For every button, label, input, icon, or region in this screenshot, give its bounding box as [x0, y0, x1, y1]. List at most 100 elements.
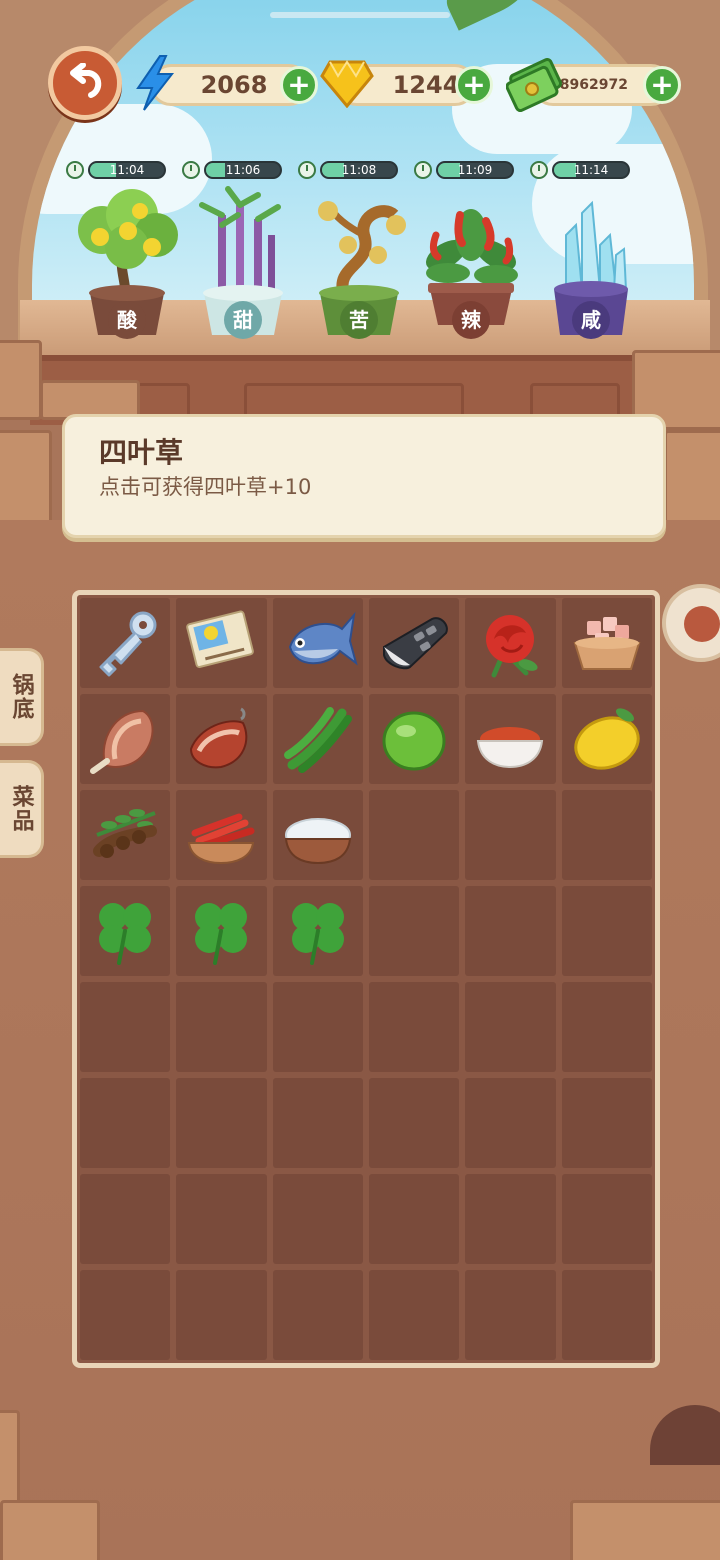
timer-value: 11:04: [109, 163, 145, 177]
plant-sweet-sugarcane[interactable]: 甜: [188, 185, 298, 345]
inventory-slot-empty[interactable]: [272, 1174, 363, 1264]
add-cash-button[interactable]: +: [643, 66, 681, 104]
gem-icon: [320, 60, 374, 108]
tab-pot-base[interactable]: 锅底: [0, 648, 44, 746]
inventory-slot[interactable]: [369, 694, 460, 784]
inventory-slot[interactable]: [80, 790, 171, 880]
tamarind-icon: [93, 809, 158, 858]
cash-icon: [506, 58, 563, 112]
salty-label: 咸: [572, 301, 610, 339]
timer-value: 11:09: [457, 163, 493, 177]
bitter-label: 苦: [340, 301, 378, 339]
inventory-slot-empty[interactable]: [272, 1078, 363, 1168]
item-tooltip: 四叶草 点击可获得四叶草+10: [62, 414, 666, 538]
inventory-slot-empty[interactable]: [369, 1174, 460, 1264]
inventory-slot-empty[interactable]: [465, 790, 556, 880]
card-icon: [186, 610, 255, 668]
clock-icon: [530, 161, 548, 179]
inventory-slot-empty[interactable]: [561, 1078, 652, 1168]
plant-spicy-chili[interactable]: 辣: [416, 185, 526, 345]
rose-icon: [486, 615, 539, 678]
add-gem-button[interactable]: +: [455, 66, 493, 104]
meat-icon: [90, 709, 154, 774]
drag-handle[interactable]: [270, 12, 450, 18]
inventory-slot[interactable]: [80, 598, 171, 688]
inventory-slot-empty[interactable]: [561, 1270, 652, 1360]
inventory-slot-empty[interactable]: [272, 1270, 363, 1360]
tooltip-title: 四叶草: [99, 436, 184, 469]
inventory-slot-empty[interactable]: [369, 1270, 460, 1360]
inventory-slot[interactable]: [465, 598, 556, 688]
clock-icon: [66, 161, 84, 179]
inventory-panel: [72, 590, 660, 1368]
lightning-icon: [136, 55, 175, 111]
inventory-slot-empty[interactable]: [561, 886, 652, 976]
inventory-slot-empty[interactable]: [369, 982, 460, 1072]
inventory-slot[interactable]: [80, 694, 171, 784]
inventory-slot[interactable]: [176, 790, 267, 880]
inventory-slot-empty[interactable]: [272, 982, 363, 1072]
inventory-slot-empty[interactable]: [465, 982, 556, 1072]
inventory-slot-empty[interactable]: [176, 1270, 267, 1360]
inventory-slot[interactable]: [80, 886, 171, 976]
sour-label: 酸: [108, 301, 146, 339]
add-energy-button[interactable]: +: [280, 66, 318, 104]
inventory-slot[interactable]: [561, 598, 652, 688]
inventory-slot[interactable]: [369, 598, 460, 688]
inventory-slot[interactable]: [272, 790, 363, 880]
inventory-slot[interactable]: [272, 694, 363, 784]
inventory-slot-empty[interactable]: [561, 982, 652, 1072]
back-button[interactable]: [48, 46, 122, 120]
inventory-slot[interactable]: [176, 886, 267, 976]
plant-salty-crystal[interactable]: 咸: [536, 185, 646, 345]
clock-icon: [182, 161, 200, 179]
ham-bowl-icon: [573, 617, 641, 670]
clock-icon: [414, 161, 432, 179]
tab-pot-base-label: 锅底: [8, 673, 34, 721]
inventory-slot-empty[interactable]: [80, 1078, 171, 1168]
chili-powder-icon: [477, 727, 544, 769]
clock-icon: [298, 161, 316, 179]
inventory-slot-empty[interactable]: [465, 1174, 556, 1264]
red-chili-bowl-icon: [188, 813, 255, 865]
clover-icon: [291, 903, 344, 965]
leaf-decoration: [437, 0, 541, 31]
timer-value: 11:08: [341, 163, 377, 177]
wooden-crate: [570, 1500, 720, 1560]
inventory-slot-empty[interactable]: [176, 1078, 267, 1168]
inventory-slot[interactable]: [272, 598, 363, 688]
inventory-slot-empty[interactable]: [80, 1174, 171, 1264]
inventory-slot-empty[interactable]: [369, 1078, 460, 1168]
inventory-slot[interactable]: [465, 694, 556, 784]
inventory-slot-empty[interactable]: [80, 982, 171, 1072]
inventory-slot-empty[interactable]: [465, 1078, 556, 1168]
plant-bitter-gourd-tree[interactable]: 苦: [304, 185, 414, 345]
inventory-slot-empty[interactable]: [176, 1174, 267, 1264]
paw-icon: [684, 606, 720, 642]
tab-dishes[interactable]: 菜品: [0, 760, 44, 858]
car-key-icon: [383, 617, 449, 670]
inventory-slot[interactable]: [561, 694, 652, 784]
inventory-slot-empty[interactable]: [80, 1270, 171, 1360]
energy-value: 2068: [200, 71, 268, 99]
inventory-slot-empty[interactable]: [465, 886, 556, 976]
inventory-slot-empty[interactable]: [369, 886, 460, 976]
inventory-slot[interactable]: [272, 886, 363, 976]
inventory-slot[interactable]: [176, 694, 267, 784]
inventory-slot-empty[interactable]: [176, 982, 267, 1072]
plant-timer-salty: 11:14: [530, 160, 630, 180]
green-pepper-icon: [283, 707, 352, 773]
plant-timer-bitter: 11:08: [298, 160, 398, 180]
inventory-slot-empty[interactable]: [465, 1270, 556, 1360]
wooden-crate: [0, 340, 42, 420]
tab-dishes-label: 菜品: [8, 785, 34, 833]
inventory-slot-empty[interactable]: [369, 790, 460, 880]
back-arrow-icon: [70, 63, 102, 98]
tooltip-description: 点击可获得四叶草+10: [99, 475, 312, 499]
inventory-slot-empty[interactable]: [561, 1174, 652, 1264]
inventory-slot[interactable]: [176, 598, 267, 688]
plant-sour-lemon-tree[interactable]: 酸: [72, 185, 182, 345]
inventory-slot-empty[interactable]: [561, 790, 652, 880]
wooden-crate: [0, 1500, 100, 1560]
timer-value: 11:14: [573, 163, 609, 177]
